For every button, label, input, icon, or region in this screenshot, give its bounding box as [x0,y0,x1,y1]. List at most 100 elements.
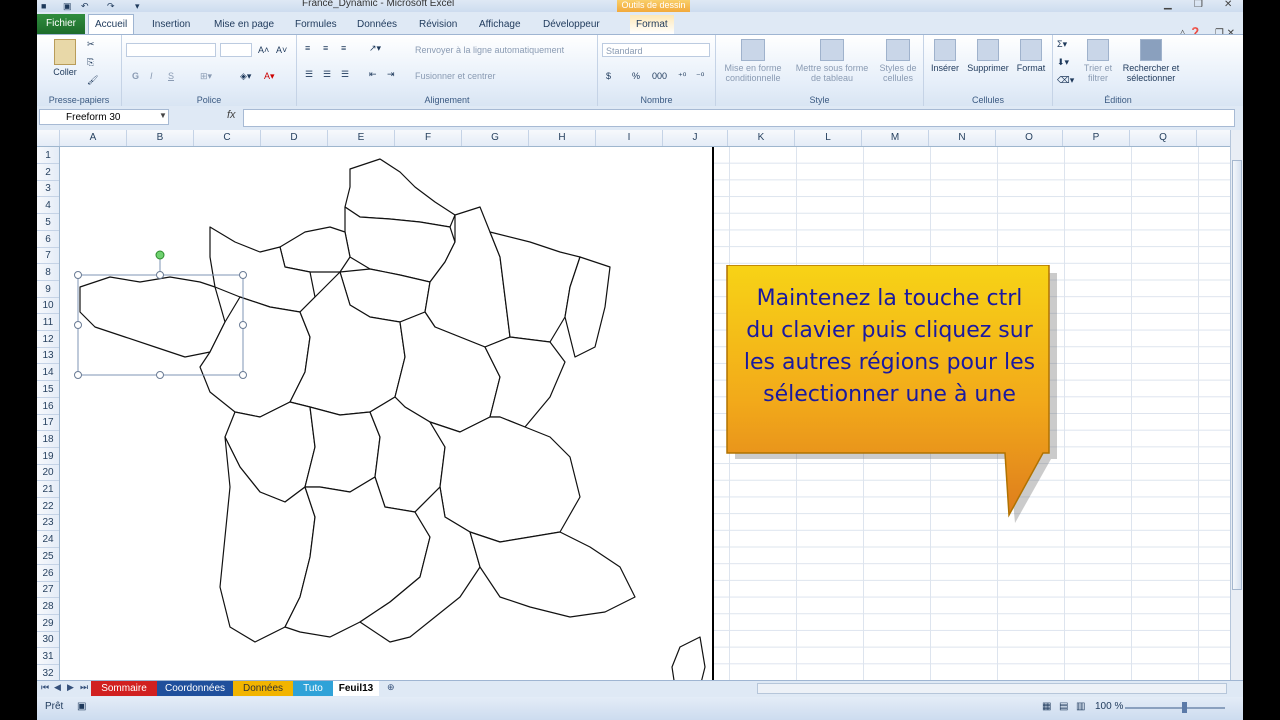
decrease-decimal-icon[interactable]: ⁻⁰ [696,71,704,81]
row-header[interactable]: 4 [37,197,59,215]
tab-affichage[interactable]: Affichage [473,15,527,34]
column-header[interactable]: M [862,130,929,146]
tab-insertion[interactable]: Insertion [146,15,196,34]
format-button[interactable]: Format [1012,39,1050,73]
redo-icon[interactable]: ↷ [107,0,115,12]
column-header[interactable]: P [1063,130,1130,146]
insert-sheet-icon[interactable]: ⊕ [387,682,395,693]
restore-icon[interactable]: ❐ [1194,0,1203,10]
increase-indent-icon[interactable]: ⇥ [387,69,395,79]
tab-formules[interactable]: Formules [289,15,343,34]
column-header[interactable]: K [728,130,795,146]
percent-button[interactable]: % [632,71,640,81]
column-header[interactable]: B [127,130,194,146]
horizontal-scrollbar[interactable] [757,683,1227,694]
autosum-icon[interactable]: Σ▾ [1057,39,1067,49]
column-header[interactable]: G [462,130,529,146]
last-sheet-icon[interactable]: ⏭ [80,682,88,693]
row-header[interactable]: 31 [37,648,59,665]
fill-icon[interactable]: ⬇▾ [1057,57,1069,67]
fill-color-icon[interactable]: ◈▾ [240,71,251,81]
font-color-icon[interactable]: A▾ [264,71,275,81]
zoom-slider-thumb[interactable] [1182,702,1187,713]
row-header[interactable]: 22 [37,498,59,515]
row-header[interactable]: 8 [37,264,59,281]
tab-mise-en-page[interactable]: Mise en page [208,15,280,34]
clear-icon[interactable]: ⌫▾ [1057,75,1074,85]
wrap-text-button[interactable]: Renvoyer à la ligne automatiquement [415,45,564,55]
column-header[interactable]: A [60,130,127,146]
sheet-tab-tuto[interactable]: Tuto [293,681,333,696]
normal-view-icon[interactable]: ▦ [1042,701,1051,712]
vertical-scroll-thumb[interactable] [1232,160,1242,590]
column-header[interactable]: C [194,130,261,146]
insert-function-button[interactable]: fx [227,109,236,121]
sheet-tab-coordonnees[interactable]: Coordonnées [157,681,233,696]
column-header[interactable]: D [261,130,328,146]
prev-sheet-icon[interactable]: ◀ [54,682,61,693]
decrease-indent-icon[interactable]: ⇤ [369,69,377,79]
row-header[interactable]: 29 [37,615,59,632]
column-header[interactable]: O [996,130,1063,146]
column-header[interactable]: H [529,130,596,146]
row-header[interactable]: 3 [37,180,59,198]
grow-font-icon[interactable]: A˄ [258,45,269,55]
row-header[interactable]: 17 [37,414,59,432]
row-header[interactable]: 32 [37,665,59,680]
currency-button[interactable]: $ [606,71,611,81]
row-header[interactable]: 10 [37,297,59,315]
borders-icon[interactable]: ⊞▾ [200,71,212,81]
cut-icon[interactable]: ✂ [87,39,95,49]
row-header[interactable]: 24 [37,531,59,549]
zoom-level[interactable]: 100 % [1095,701,1123,712]
tab-accueil[interactable]: Accueil [88,14,135,35]
align-right-icon[interactable]: ☰ [341,69,349,79]
name-box-dropdown-icon[interactable]: ▼ [159,111,167,120]
column-header[interactable]: Q [1130,130,1197,146]
row-header[interactable]: 19 [37,448,59,465]
row-header[interactable]: 1 [37,147,59,164]
conditional-formatting-button[interactable]: Mise en forme conditionnelle [722,39,784,83]
select-all-corner[interactable] [37,130,60,146]
underline-button[interactable]: S [168,71,174,81]
row-header[interactable]: 30 [37,631,59,649]
column-header[interactable]: F [395,130,462,146]
font-size-dropdown[interactable] [220,43,252,57]
region-haute-normandie[interactable] [279,226,351,273]
increase-decimal-icon[interactable]: ⁺⁰ [678,71,686,81]
paste-button[interactable]: Coller [51,39,79,77]
sheet-tab-donnees[interactable]: Données [233,681,293,696]
sheet-tab-feuil13[interactable]: Feuil13 [333,681,379,696]
tab-developpeur[interactable]: Développeur [537,15,606,34]
align-middle-icon[interactable]: ≡ [323,43,328,53]
row-header[interactable]: 25 [37,548,59,565]
close-icon[interactable]: ✕ [1224,0,1232,10]
row-header[interactable]: 28 [37,598,59,615]
row-header[interactable]: 21 [37,481,59,498]
vertical-scrollbar[interactable] [1230,130,1243,680]
sort-filter-button[interactable]: Trier et filtrer [1077,39,1119,83]
row-header[interactable]: 16 [37,398,59,415]
delete-button[interactable]: Supprimer [964,39,1012,73]
bold-button[interactable]: G [132,71,139,81]
row-header[interactable]: 14 [37,364,59,382]
italic-button[interactable]: I [150,71,153,81]
column-header[interactable]: E [328,130,395,146]
merge-center-button[interactable]: Fusionner et centrer [415,71,496,81]
formula-input[interactable] [243,109,1235,127]
find-select-button[interactable]: Rechercher et sélectionner [1119,39,1183,83]
insert-button[interactable]: Insérer [926,39,964,73]
tab-fichier[interactable]: Fichier [37,14,85,34]
row-header[interactable]: 20 [37,464,59,482]
page-break-view-icon[interactable]: ▥ [1076,701,1085,712]
font-name-dropdown[interactable] [126,43,216,57]
row-header[interactable]: 13 [37,347,59,365]
align-top-icon[interactable]: ≡ [305,43,310,53]
row-header[interactable]: 6 [37,231,59,248]
france-regions-map[interactable] [60,147,712,680]
row-header[interactable]: 15 [37,381,59,398]
row-header[interactable]: 12 [37,331,59,348]
region-bretagne[interactable] [79,276,226,358]
region-corse[interactable] [671,636,706,680]
sheet-tab-sommaire[interactable]: Sommaire [91,681,157,696]
